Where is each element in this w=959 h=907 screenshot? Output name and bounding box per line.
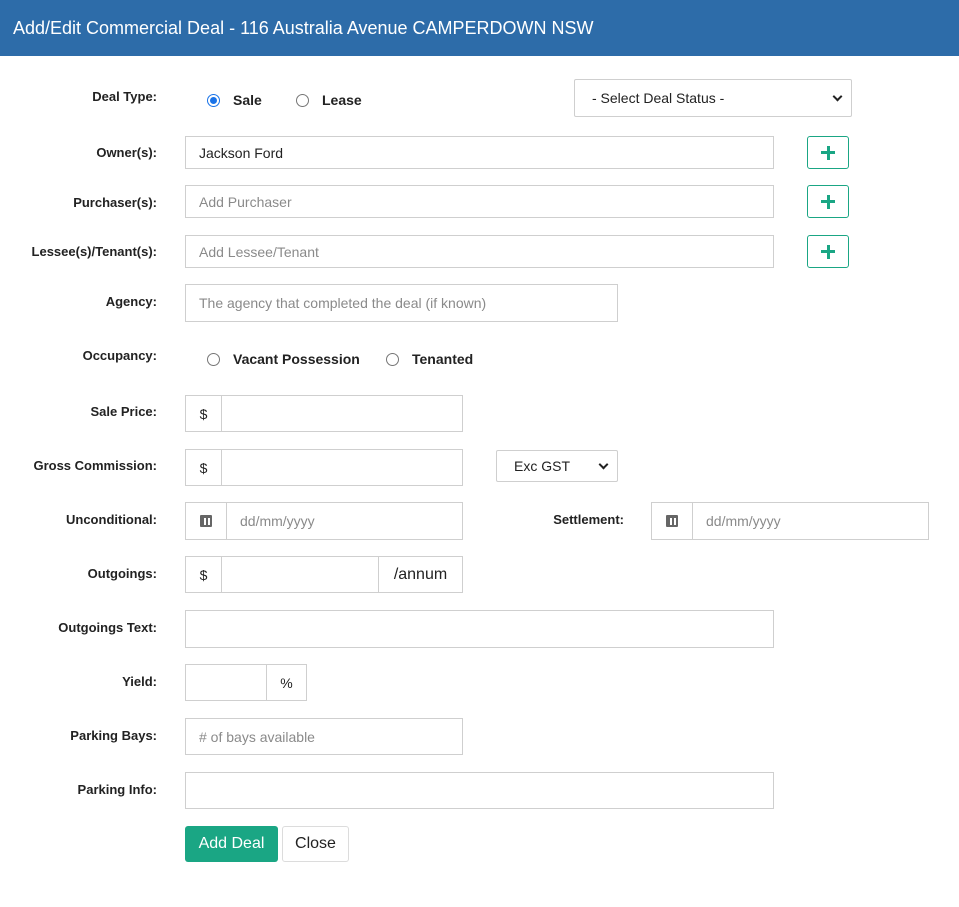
deal-type-label: Deal Type: xyxy=(92,89,157,104)
parking-bays-label: Parking Bays: xyxy=(70,728,157,743)
sale-price-input[interactable] xyxy=(221,395,463,432)
parking-info-label: Parking Info: xyxy=(77,782,157,797)
chevron-down-icon xyxy=(598,459,609,469)
unconditional-placeholder: dd/mm/yyyy xyxy=(240,513,315,529)
sale-label: Sale xyxy=(233,92,262,108)
deal-status-select[interactable]: - Select Deal Status - xyxy=(574,79,852,117)
add-lessee-button[interactable] xyxy=(807,235,849,268)
purchasers-placeholder: Add Purchaser xyxy=(199,193,292,210)
deal-type-lease-option[interactable]: Lease xyxy=(296,92,362,108)
yield-label: Yield: xyxy=(122,674,157,689)
agency-placeholder: The agency that completed the deal (if k… xyxy=(199,295,487,311)
settlement-date-input[interactable]: dd/mm/yyyy xyxy=(692,502,929,540)
owners-label: Owner(s): xyxy=(96,145,157,160)
calendar-icon xyxy=(666,515,678,527)
occupancy-tenanted-option[interactable]: Tenanted xyxy=(386,351,473,367)
gross-commission-label: Gross Commission: xyxy=(33,458,157,473)
outgoings-label: Outgoings: xyxy=(87,566,157,581)
parking-bays-input[interactable]: # of bays available xyxy=(185,718,463,755)
agency-label: Agency: xyxy=(105,294,157,309)
outgoings-text-input[interactable] xyxy=(185,610,774,648)
add-purchaser-button[interactable] xyxy=(807,185,849,218)
tenanted-radio[interactable] xyxy=(386,352,399,366)
plus-icon xyxy=(821,194,835,209)
parking-bays-placeholder: # of bays available xyxy=(199,728,315,745)
plus-icon xyxy=(821,145,835,160)
outgoings-input[interactable] xyxy=(221,556,379,593)
modal-title: Add/Edit Commercial Deal - 116 Australia… xyxy=(0,0,959,56)
lease-radio[interactable] xyxy=(296,93,309,107)
close-button[interactable]: Close xyxy=(282,826,349,862)
per-annum-addon: /annum xyxy=(378,556,463,593)
gross-commission-input[interactable] xyxy=(221,449,463,486)
owners-input[interactable]: Jackson Ford xyxy=(185,136,774,169)
settlement-placeholder: dd/mm/yyyy xyxy=(706,513,781,529)
gst-select[interactable]: Exc GST xyxy=(496,450,618,482)
add-owner-button[interactable] xyxy=(807,136,849,169)
plus-icon xyxy=(821,244,835,259)
settlement-label: Settlement: xyxy=(553,512,624,527)
unconditional-calendar-addon[interactable] xyxy=(185,502,227,540)
deal-status-value: - Select Deal Status - xyxy=(592,90,725,106)
lease-label: Lease xyxy=(322,92,362,108)
agency-input[interactable]: The agency that completed the deal (if k… xyxy=(185,284,618,322)
unconditional-label: Unconditional: xyxy=(66,512,157,527)
sale-radio[interactable] xyxy=(207,93,220,107)
yield-input[interactable] xyxy=(185,664,267,701)
unconditional-date-input[interactable]: dd/mm/yyyy xyxy=(226,502,463,540)
chevron-down-icon xyxy=(832,91,843,101)
outgoings-currency: $ xyxy=(185,556,222,593)
gst-select-value: Exc GST xyxy=(514,458,571,474)
calendar-icon xyxy=(200,515,212,527)
sale-price-currency: $ xyxy=(185,395,222,432)
occupancy-label: Occupancy: xyxy=(82,348,157,363)
lessees-input[interactable]: Add Lessee/Tenant xyxy=(185,235,774,268)
parking-info-input[interactable] xyxy=(185,772,774,809)
lessees-label: Lessee(s)/Tenant(s): xyxy=(31,244,157,259)
tenanted-label: Tenanted xyxy=(412,351,474,367)
commission-currency: $ xyxy=(185,449,222,486)
purchasers-input[interactable]: Add Purchaser xyxy=(185,185,774,218)
occupancy-vacant-option[interactable]: Vacant Possession xyxy=(207,351,360,367)
vacant-possession-radio[interactable] xyxy=(207,352,220,366)
settlement-calendar-addon[interactable] xyxy=(651,502,693,540)
add-deal-button[interactable]: Add Deal xyxy=(185,826,278,862)
vacant-possession-label: Vacant Possession xyxy=(233,351,360,367)
owners-value: Jackson Ford xyxy=(199,144,284,161)
outgoings-text-label: Outgoings Text: xyxy=(58,620,157,635)
deal-type-sale-option[interactable]: Sale xyxy=(207,92,262,108)
sale-price-label: Sale Price: xyxy=(90,404,158,419)
percent-addon: % xyxy=(266,664,307,701)
lessees-placeholder: Add Lessee/Tenant xyxy=(199,243,319,260)
purchasers-label: Purchaser(s): xyxy=(73,195,157,210)
